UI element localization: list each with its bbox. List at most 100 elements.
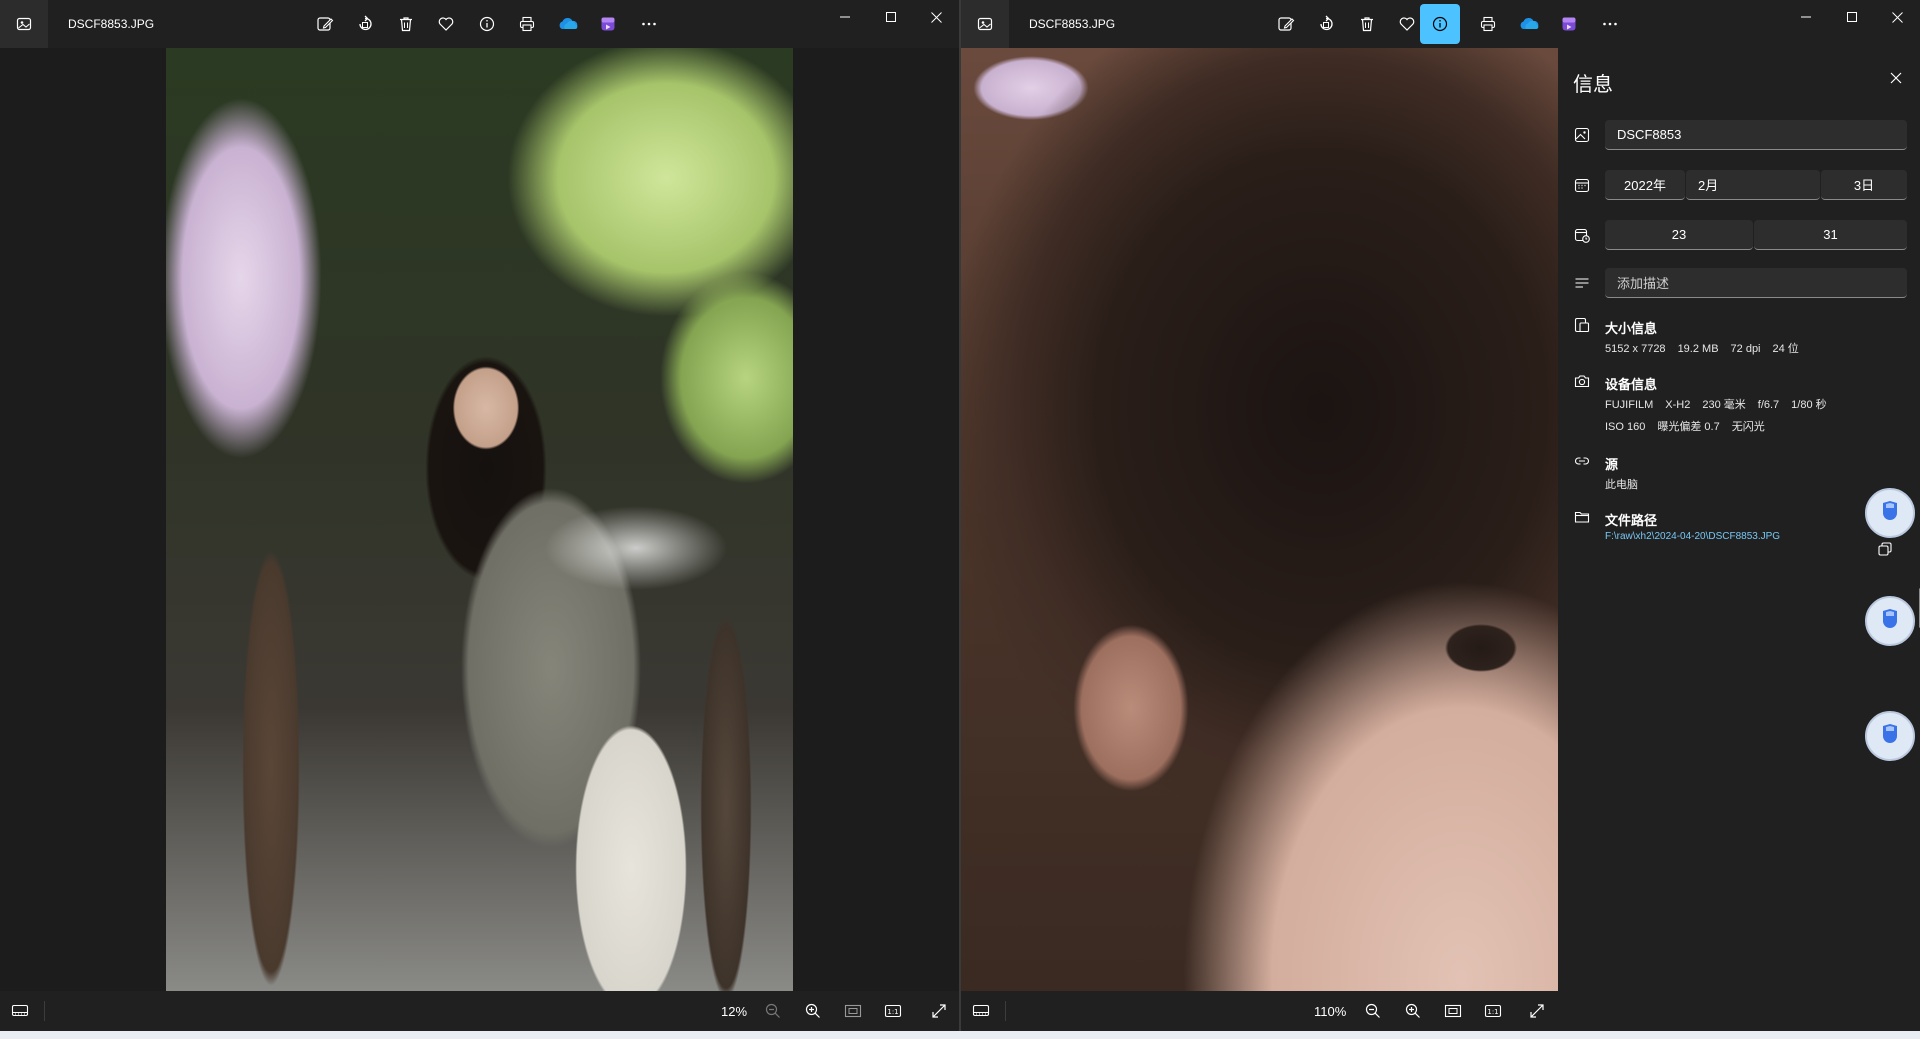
zoom-level: 12% (721, 1004, 748, 1019)
rotate-button[interactable] (347, 8, 383, 40)
filmstrip-icon (11, 1004, 29, 1017)
maximize-button[interactable] (868, 0, 914, 34)
favorite-icon (1399, 17, 1415, 31)
date-day-select[interactable]: 3日 (1821, 170, 1907, 200)
clipchamp-button[interactable] (1551, 8, 1587, 40)
delete-icon (400, 17, 412, 32)
info-button[interactable] (1420, 4, 1460, 44)
window-title: DSCF8853.JPG (68, 17, 155, 31)
info-close-button[interactable] (1882, 64, 1910, 92)
fit-to-window-button[interactable] (1437, 995, 1469, 1027)
info-icon (479, 16, 495, 32)
bottom-bar: 110% 1:1 (961, 991, 1920, 1031)
close-icon (1891, 11, 1903, 23)
zoom-in-button[interactable] (797, 995, 829, 1027)
window-title: DSCF8853.JPG (1029, 17, 1116, 31)
info-panel-title: 信息 (1573, 74, 1613, 96)
shield-icon (1883, 501, 1897, 520)
file-name-input[interactable]: DSCF8853 (1605, 120, 1907, 150)
image-canvas[interactable] (0, 48, 959, 991)
time-hour-select[interactable]: 23 (1605, 220, 1753, 250)
photos-window-right: DSCF8853.JPG 信息 DSCF8853 2022年 2月 3日 23 … (961, 0, 1920, 1031)
device-info-line1: FUJIFILM X-H2 230 毫米 f/6.7 1/80 秒 (1605, 399, 1827, 411)
size-icon (1573, 316, 1591, 334)
minimize-button[interactable] (822, 0, 868, 34)
delete-button[interactable] (388, 8, 424, 40)
close-button[interactable] (1874, 0, 1920, 34)
more-button[interactable] (631, 8, 667, 40)
more-icon (642, 22, 656, 26)
time-minute-select[interactable]: 31 (1754, 220, 1907, 250)
floating-helper-button[interactable] (1865, 488, 1915, 538)
zoom-out-button[interactable] (757, 995, 789, 1027)
date-month-select[interactable]: 2月 (1686, 170, 1820, 200)
source-value: 此电脑 (1605, 479, 1638, 491)
info-panel: 信息 DSCF8853 2022年 2月 3日 23 31 添加描述 大小信息 … (1558, 48, 1920, 991)
more-button[interactable] (1592, 8, 1628, 40)
zoom-level: 110% (1314, 1004, 1347, 1019)
zoom-in-icon (1405, 1003, 1420, 1018)
fullscreen-icon (1530, 1004, 1544, 1018)
floating-helper-button[interactable] (1865, 596, 1915, 646)
maximize-icon (886, 12, 896, 22)
clock-icon (1573, 226, 1591, 244)
copy-icon (1878, 542, 1892, 556)
minimize-button[interactable] (1783, 0, 1829, 34)
photos-app-icon (961, 0, 1009, 48)
close-button[interactable] (913, 0, 959, 34)
favorite-button[interactable] (428, 8, 464, 40)
photo (166, 48, 793, 991)
zoom-out-button[interactable] (1357, 995, 1389, 1027)
image-icon (1573, 126, 1591, 144)
edit-icon (317, 17, 334, 31)
delete-button[interactable] (1349, 8, 1385, 40)
device-info-line2: ISO 160 曝光偏差 0.7 无闪光 (1605, 421, 1765, 433)
fullscreen-button[interactable] (1521, 995, 1553, 1027)
print-icon (519, 16, 535, 32)
file-path-link[interactable]: F:\raw\xh2\2024-04-20\DSCF8853.JPG (1605, 531, 1780, 542)
fullscreen-button[interactable] (923, 995, 955, 1027)
filmstrip-button[interactable] (965, 995, 997, 1027)
edit-button[interactable] (1268, 8, 1304, 40)
info-icon (1432, 16, 1448, 32)
onedrive-button[interactable] (550, 8, 586, 40)
print-button[interactable] (1470, 8, 1506, 40)
rotate-icon (1320, 15, 1333, 31)
shield-icon (1883, 724, 1897, 743)
date-year-select[interactable]: 2022年 (1605, 170, 1685, 200)
delete-icon (1361, 17, 1373, 32)
folder-icon (1573, 508, 1591, 526)
source-title: 源 (1605, 457, 1619, 472)
filmstrip-button[interactable] (4, 995, 36, 1027)
fit-to-window-button[interactable] (837, 995, 869, 1027)
photos-app-icon (0, 0, 48, 48)
size-info-title: 大小信息 (1605, 321, 1658, 336)
image-canvas[interactable] (961, 48, 1558, 991)
info-button[interactable] (469, 8, 505, 40)
rotate-button[interactable] (1308, 8, 1344, 40)
description-input[interactable]: 添加描述 (1605, 268, 1907, 298)
floating-helper-button[interactable] (1865, 711, 1915, 761)
print-button[interactable] (509, 8, 545, 40)
title-bar: DSCF8853.JPG (961, 0, 1920, 48)
clipchamp-button[interactable] (590, 8, 626, 40)
more-icon (1603, 22, 1617, 26)
actual-size-button[interactable]: 1:1 (1477, 995, 1509, 1027)
copy-path-button[interactable] (1874, 538, 1896, 560)
close-icon (930, 11, 942, 23)
zoom-out-icon (765, 1003, 780, 1018)
onedrive-button[interactable] (1511, 8, 1547, 40)
rotate-icon (359, 15, 372, 31)
camera-icon (1573, 372, 1591, 390)
zoom-in-button[interactable] (1397, 995, 1429, 1027)
minimize-icon (840, 16, 850, 18)
minimize-icon (1801, 16, 1811, 18)
calendar-icon (1573, 176, 1591, 194)
onedrive-icon (559, 18, 578, 29)
maximize-button[interactable] (1829, 0, 1875, 34)
zoom-out-icon (1365, 1003, 1380, 1018)
maximize-icon (1847, 12, 1857, 22)
fit-icon (1444, 1004, 1462, 1018)
edit-button[interactable] (307, 8, 343, 40)
actual-size-button[interactable]: 1:1 (877, 995, 909, 1027)
